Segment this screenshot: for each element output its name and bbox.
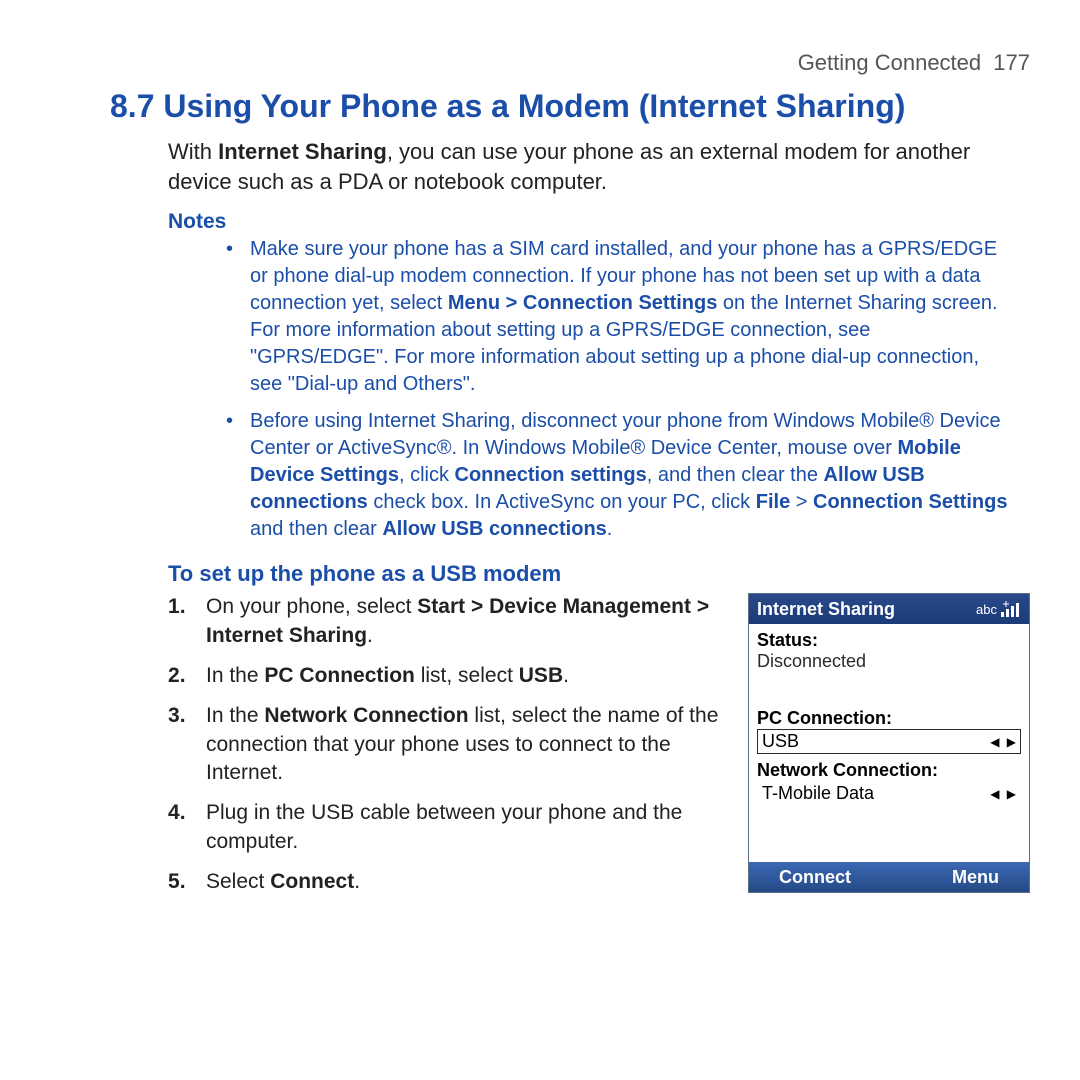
steps-and-screenshot: On your phone, select Start > Device Man… — [168, 593, 1030, 908]
pc-connection-select[interactable]: USB ◀ ▶ — [757, 729, 1021, 754]
manual-page: Getting Connected 177 8.7 Using Your Pho… — [0, 0, 1080, 908]
header-page-number: 177 — [993, 50, 1030, 75]
phone-screenshot: Internet Sharing abc Status: Disconnecte… — [748, 593, 1030, 893]
network-connection-label: Network Connection: — [757, 760, 1021, 781]
left-right-arrows-icon: ◀ ▶ — [990, 787, 1018, 801]
softkey-menu[interactable]: Menu — [952, 867, 999, 888]
step-item: On your phone, select Start > Device Man… — [168, 593, 724, 650]
status-label: Status: — [757, 630, 1021, 651]
notes-label: Notes — [168, 210, 1030, 234]
signal-icon — [1001, 601, 1021, 617]
phone-body: Status: Disconnected PC Connection: USB … — [749, 624, 1029, 862]
pc-connection-label: PC Connection: — [757, 708, 1021, 729]
titlebar-icons: abc — [976, 601, 1021, 617]
step-item: Plug in the USB cable between your phone… — [168, 799, 724, 856]
section-title: 8.7 Using Your Phone as a Modem (Interne… — [110, 88, 1030, 125]
note-item: Make sure your phone has a SIM card inst… — [250, 236, 1008, 398]
softkey-connect[interactable]: Connect — [779, 867, 851, 888]
status-value: Disconnected — [757, 651, 1021, 672]
phone-title: Internet Sharing — [757, 599, 895, 620]
steps-list: On your phone, select Start > Device Man… — [168, 593, 748, 908]
step-item: In the Network Connection list, select t… — [168, 702, 724, 787]
network-connection-select[interactable]: T-Mobile Data ◀ ▶ — [757, 781, 1021, 806]
subheading: To set up the phone as a USB modem — [168, 561, 1030, 587]
left-right-arrows-icon: ◀ ▶ — [990, 735, 1018, 749]
note-item: Before using Internet Sharing, disconnec… — [250, 408, 1008, 543]
header-section: Getting Connected — [798, 50, 981, 75]
network-connection-value: T-Mobile Data — [762, 783, 874, 804]
step-item: Select Connect. — [168, 868, 724, 896]
notes-list: Make sure your phone has a SIM card inst… — [250, 236, 1008, 543]
intro-paragraph: With Internet Sharing, you can use your … — [168, 137, 1030, 196]
phone-softkeys: Connect Menu — [749, 862, 1029, 892]
step-item: In the PC Connection list, select USB. — [168, 662, 724, 690]
input-mode-indicator: abc — [976, 602, 997, 617]
phone-titlebar: Internet Sharing abc — [749, 594, 1029, 624]
pc-connection-value: USB — [762, 731, 799, 752]
page-header: Getting Connected 177 — [50, 50, 1030, 76]
